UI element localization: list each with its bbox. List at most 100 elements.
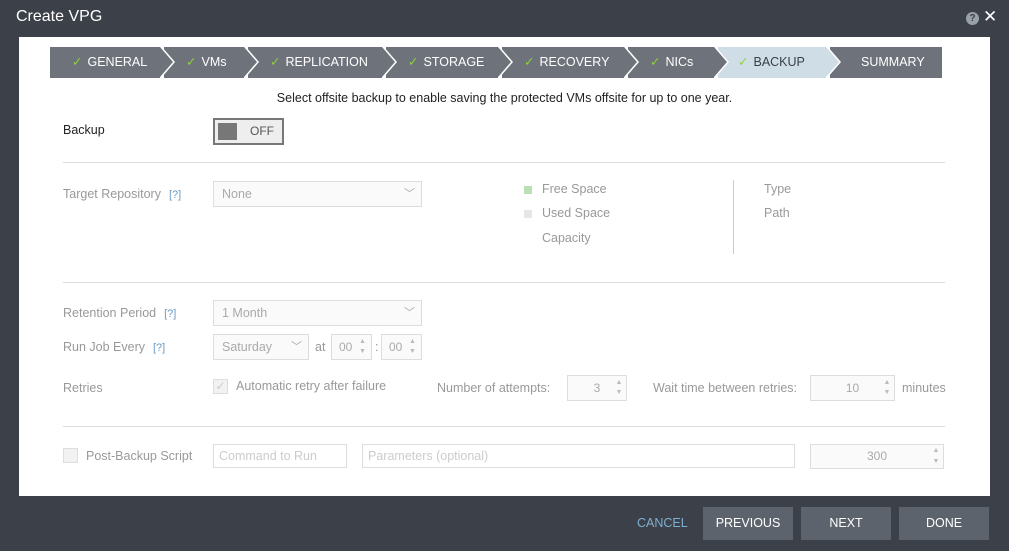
run-job-label: Run Job Every [?] [63, 340, 165, 354]
divider [63, 426, 945, 427]
next-button[interactable]: NEXT [801, 507, 891, 540]
wait-time-label: Wait time between retries: [653, 381, 798, 395]
run-job-day: Saturday [222, 340, 273, 354]
free-space-legend: Free Space [524, 182, 607, 196]
path-label: Path [764, 206, 790, 220]
check-icon: ✓ [186, 55, 197, 69]
info-separator [733, 180, 734, 254]
repository-selected: None [222, 187, 252, 201]
free-space-text: Free Space [542, 182, 607, 196]
check-icon: ✓ [72, 55, 83, 69]
step-label: GENERAL [87, 55, 148, 69]
run-job-day-select[interactable]: Saturday ﹀ [213, 334, 309, 360]
free-space-swatch [524, 185, 532, 194]
backup-description: Select offsite backup to enable saving t… [276, 91, 733, 105]
target-repository-label: Target Repository [?] [63, 187, 181, 201]
spin-down-icon[interactable]: ▼ [882, 388, 892, 398]
wizard-steps: ✓ GENERAL ✓ VMs ✓ REPLICATION ✓ STORAGE ✓ REC… [50, 47, 942, 78]
spin-up-icon[interactable]: ▲ [931, 446, 941, 456]
check-icon: ✓ [738, 55, 749, 69]
retention-period-select[interactable]: 1 Month ﹀ [213, 300, 422, 326]
spin-up-icon[interactable]: ▲ [882, 378, 892, 388]
close-icon[interactable]: ✕ [983, 7, 997, 27]
attempts-stepper[interactable]: 3 ▲ ▼ [567, 375, 627, 401]
spin-up-icon[interactable]: ▲ [409, 337, 419, 347]
retention-selected: 1 Month [222, 306, 268, 320]
hour-stepper[interactable]: 00 ▲ ▼ [331, 334, 372, 360]
toggle-knob [218, 123, 237, 140]
wait-unit-label: minutes [902, 381, 946, 395]
check-icon: ✓ [524, 55, 535, 69]
at-label: at [315, 340, 326, 354]
command-input[interactable]: Command to Run [213, 444, 347, 468]
target-repository-text: Target Repository [63, 187, 161, 201]
step-label: BACKUP [753, 55, 805, 69]
post-backup-checkbox[interactable] [63, 448, 78, 463]
chevron-down-icon: ﹀ [404, 307, 415, 319]
timeout-stepper[interactable]: 300 ▲ ▼ [810, 444, 944, 469]
step-label: SUMMARY [861, 55, 925, 69]
repository-help-link[interactable]: [?] [169, 189, 181, 201]
step-general[interactable]: ✓ GENERAL [50, 47, 175, 78]
check-icon: ✓ [650, 55, 661, 69]
minute-value: 00 [389, 340, 403, 354]
spin-down-icon[interactable]: ▼ [359, 347, 369, 357]
time-separator: : [375, 340, 379, 354]
target-repository-select[interactable]: None ﹀ [213, 181, 422, 207]
done-button[interactable]: DONE [899, 507, 989, 540]
spin-up-icon[interactable]: ▲ [359, 337, 369, 347]
auto-retry-checkbox[interactable]: ✓ [213, 379, 228, 394]
previous-button[interactable]: PREVIOUS [703, 507, 793, 540]
backup-toggle[interactable]: OFF [213, 118, 284, 145]
post-backup-label: Post-Backup Script [86, 449, 193, 463]
wait-time-value: 10 [845, 381, 860, 395]
retries-label: Retries [63, 381, 103, 395]
spin-down-icon[interactable]: ▼ [931, 457, 941, 467]
step-backup[interactable]: ✓ BACKUP [718, 47, 841, 78]
help-icon[interactable]: ? [966, 12, 979, 25]
retention-period-label: Retention Period [?] [63, 306, 176, 320]
step-label: NICs [665, 55, 694, 69]
parameters-input[interactable]: Parameters (optional) [362, 444, 795, 468]
window-title: Create VPG [16, 8, 103, 25]
backup-label: Backup [63, 123, 105, 137]
run-job-help-link[interactable]: [?] [153, 342, 165, 354]
step-label: VMs [201, 55, 227, 69]
toggle-state: OFF [250, 124, 274, 138]
type-label: Type [764, 182, 792, 196]
timeout-value: 300 [866, 449, 888, 463]
wait-time-stepper[interactable]: 10 ▲ ▼ [810, 375, 895, 401]
step-label: RECOVERY [539, 55, 610, 69]
divider [63, 282, 945, 283]
step-nics[interactable]: ✓ NICs [628, 47, 729, 78]
spin-down-icon[interactable]: ▼ [409, 347, 419, 357]
step-vms[interactable]: ✓ VMs [164, 47, 259, 78]
used-space-text: Used Space [542, 206, 611, 220]
step-summary[interactable]: SUMMARY [830, 47, 942, 78]
retention-period-text: Retention Period [63, 306, 157, 320]
step-recovery[interactable]: ✓ RECOVERY [502, 47, 639, 78]
dialog-panel: ✓ GENERAL ✓ VMs ✓ REPLICATION ✓ STORAGE ✓ REC… [19, 37, 990, 496]
chevron-down-icon: ﹀ [291, 341, 302, 353]
title-bar: Create VPG ? ✕ [0, 0, 1009, 36]
minute-stepper[interactable]: 00 ▲ ▼ [381, 334, 422, 360]
spin-up-icon[interactable]: ▲ [614, 378, 624, 388]
run-job-text: Run Job Every [63, 340, 145, 354]
step-replication[interactable]: ✓ REPLICATION [248, 47, 397, 78]
cancel-button[interactable]: CANCEL [637, 516, 688, 530]
chevron-down-icon: ﹀ [404, 188, 415, 200]
attempts-label: Number of attempts: [437, 381, 551, 395]
hour-value: 00 [339, 340, 353, 354]
check-icon: ✓ [408, 55, 419, 69]
attempts-value: 3 [593, 381, 601, 395]
used-space-swatch [524, 209, 532, 218]
capacity-label: Capacity [542, 231, 591, 245]
spin-down-icon[interactable]: ▼ [614, 388, 624, 398]
step-storage[interactable]: ✓ STORAGE [386, 47, 513, 78]
step-label: STORAGE [423, 55, 485, 69]
check-icon: ✓ [270, 55, 281, 69]
retention-help-link[interactable]: [?] [164, 308, 176, 320]
step-label: REPLICATION [285, 55, 368, 69]
used-space-legend: Used Space [524, 206, 610, 220]
divider [63, 162, 945, 163]
